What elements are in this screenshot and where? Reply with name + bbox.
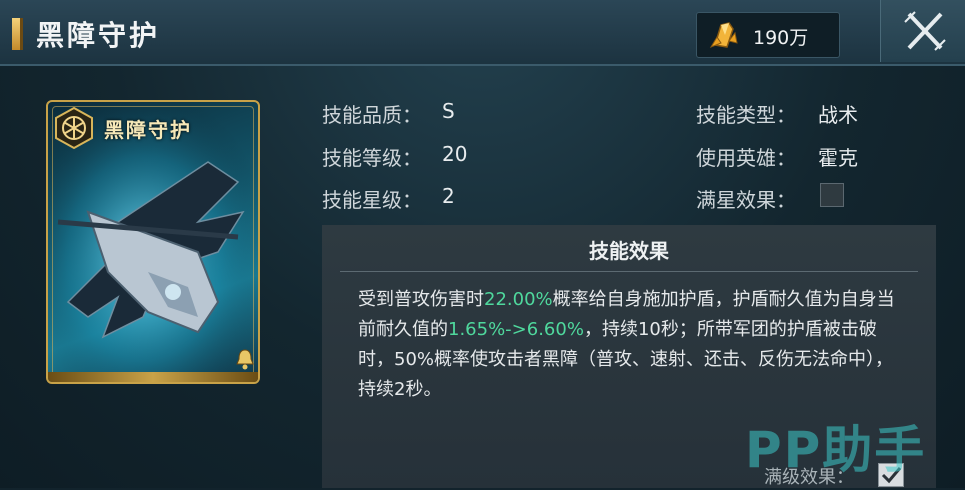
card-title: 黑障守护: [104, 118, 192, 142]
skill-card: 黑障守护: [46, 100, 260, 384]
effect-title: 技能效果: [589, 239, 669, 263]
star-label: 技能星级：: [322, 188, 422, 212]
effect-highlight-chance: 22.00%: [484, 289, 553, 310]
close-button[interactable]: [880, 0, 965, 62]
full-star-checkbox[interactable]: [820, 183, 844, 207]
hero-value: 霍克: [818, 146, 858, 170]
hero-label: 使用英雄：: [696, 146, 796, 170]
currency-display: 190万: [696, 12, 840, 58]
level-value: 20: [442, 142, 468, 166]
star-value: 2: [442, 184, 455, 208]
quality-value: S: [442, 99, 455, 123]
effect-divider: [340, 271, 918, 272]
page-title: 黑障守护: [36, 19, 161, 52]
currency-value: 190万: [753, 27, 809, 49]
card-bottom-bar: [48, 372, 258, 382]
effect-description: 受到普攻伤害时22.00%概率给自身施加护盾，护盾耐久值为自身当前耐久值的1.6…: [358, 285, 906, 405]
quality-label: 技能品质：: [322, 103, 422, 127]
full-star-label: 满星效果：: [696, 188, 796, 212]
title-accent: [12, 18, 23, 50]
watermark-logo: PP助手: [745, 421, 927, 479]
level-label: 技能等级：: [322, 146, 422, 170]
header-bar: 黑障守护 190万: [0, 0, 965, 66]
gold-crystal-icon: [709, 22, 738, 49]
close-x-icon: [904, 11, 946, 51]
type-value: 战术: [818, 103, 858, 127]
hexagon-aperture-icon: [55, 106, 93, 150]
bell-icon: [236, 349, 254, 370]
effect-text-part1: 受到普攻伤害时: [358, 289, 484, 310]
effect-highlight-shield: 1.65%->6.60%: [448, 319, 584, 340]
type-label: 技能类型：: [696, 103, 796, 127]
